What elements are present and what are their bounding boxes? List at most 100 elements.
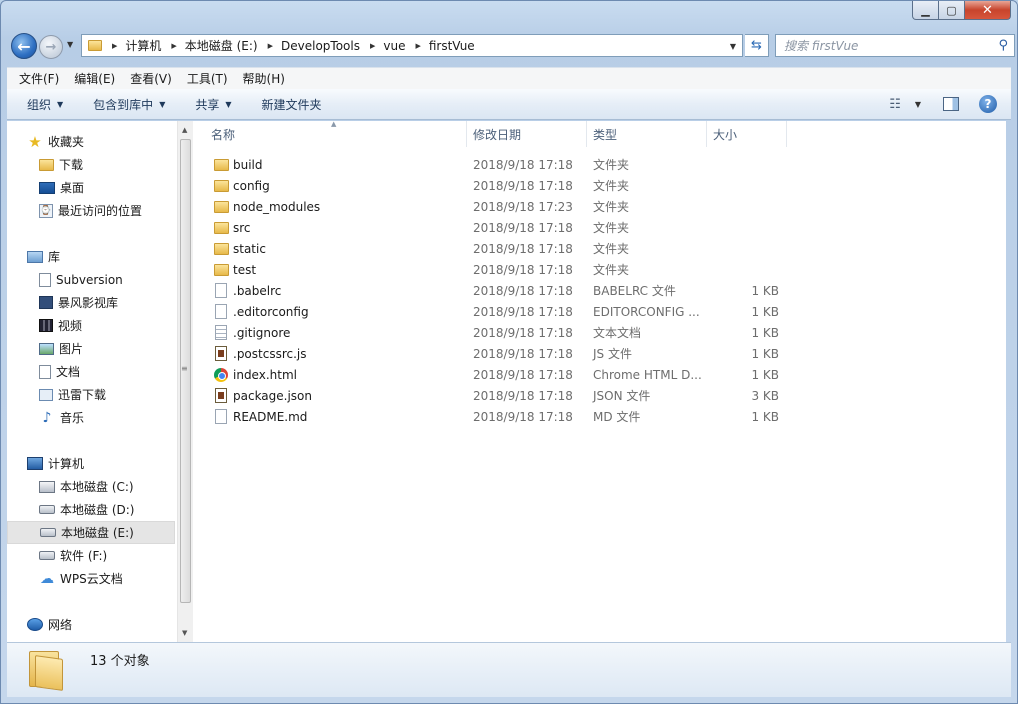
chevron-right-icon[interactable]: ▶ xyxy=(370,42,375,50)
sidebar-item[interactable]: 下载 xyxy=(7,153,175,176)
sidebar-item[interactable]: 视频 xyxy=(7,314,175,337)
address-bar[interactable]: ▶ 计算机 ▶ 本地磁盘 (E:) ▶ DevelopTools ▶ vue ▶ firstVue… xyxy=(81,34,743,57)
table-row[interactable]: .babelrc 2018/9/18 17:18 BABELRC 文件 1 KB xyxy=(193,280,1006,301)
breadcrumb-item[interactable]: ▶ 计算机 xyxy=(102,35,161,56)
sidebar-item[interactable]: 暴风影视库 xyxy=(7,291,175,314)
script-file-icon xyxy=(213,346,229,362)
table-row[interactable]: test 2018/9/18 17:18 文件夹 xyxy=(193,259,1006,280)
search-icon[interactable]: ⚲ xyxy=(998,38,1008,53)
menu-item[interactable]: 工具(T) xyxy=(187,70,228,87)
recent-pages-dropdown-icon[interactable]: ▼ xyxy=(67,40,73,49)
table-row[interactable]: node_modules 2018/9/18 17:23 文件夹 xyxy=(193,196,1006,217)
chevron-right-icon[interactable]: ▶ xyxy=(171,42,176,50)
sidebar-item-label: 最近访问的位置 xyxy=(58,204,143,218)
scroll-down-icon[interactable]: ▼ xyxy=(182,629,187,637)
explorer-window: ▁ ▢ ✕ ← → ▼ ▶ 计算机 ▶ 本地磁盘 (E:) ▶ DevelopTools ▶… xyxy=(0,0,1018,704)
breadcrumb-item[interactable]: ▶ vue xyxy=(360,35,405,56)
chevron-right-icon[interactable]: ▶ xyxy=(112,42,117,50)
file-type: 文件夹 xyxy=(593,158,630,172)
minimize-button[interactable]: ▁ xyxy=(912,1,939,20)
command-list: 组织 ▼ 包含到库中 ▼ 共享 ▼ 新建文件夹 xyxy=(27,96,352,113)
sidebar-item[interactable]: 本地磁盘 (C:) xyxy=(7,475,175,498)
file-icon-shape xyxy=(215,304,227,319)
table-row[interactable]: build 2018/9/18 17:18 文件夹 xyxy=(193,154,1006,175)
thunder-download-icon xyxy=(39,388,53,401)
command-bar-right: ☷ ▼ ? xyxy=(889,95,997,113)
table-row[interactable]: static 2018/9/18 17:18 文件夹 xyxy=(193,238,1006,259)
help-icon[interactable]: ? xyxy=(979,95,997,113)
command-button[interactable]: 组织 ▼ xyxy=(27,96,63,113)
chevron-right-icon[interactable]: ▶ xyxy=(268,42,273,50)
menu-item[interactable]: 文件(F) xyxy=(19,70,59,87)
command-button[interactable]: 包含到库中 ▼ xyxy=(93,96,165,113)
file-date: 2018/9/18 17:18 xyxy=(473,409,573,424)
table-row[interactable]: config 2018/9/18 17:18 文件夹 xyxy=(193,175,1006,196)
command-button[interactable]: 共享 ▼ xyxy=(195,96,231,113)
file-icon-shape xyxy=(213,200,229,213)
file-date: 2018/9/18 17:18 xyxy=(473,367,573,382)
column-header-size[interactable]: 大小 xyxy=(707,121,787,147)
sidebar-section-favorites: ★ 收藏夹 下载 桌面 ⌚ 最近访问的位置 xyxy=(7,130,175,222)
view-options-dropdown-icon[interactable]: ▼ xyxy=(915,100,921,109)
breadcrumb-item[interactable]: ▶ DevelopTools xyxy=(258,35,360,56)
refresh-icon[interactable]: ⇆ xyxy=(745,34,769,57)
column-header-name[interactable]: 名称 ▲ xyxy=(193,120,467,147)
file-list: 名称 ▲ 修改日期 类型 大小 build 2018/9/18 17:18 文件夹 c… xyxy=(193,120,1006,642)
close-button[interactable]: ✕ xyxy=(965,1,1011,20)
change-view-icon[interactable]: ☷ xyxy=(889,97,901,112)
file-date: 2018/9/18 17:18 xyxy=(473,325,573,340)
search-box[interactable]: 搜索 firstVue ⚲ xyxy=(775,34,1015,57)
breadcrumb-item[interactable]: ▶ 本地磁盘 (E:) xyxy=(161,35,257,56)
chevron-right-icon[interactable]: ▶ xyxy=(415,42,420,50)
navigation-pane-scrollbar[interactable]: ▲ ≡ ▼ xyxy=(177,121,193,642)
file-name: build xyxy=(233,157,263,172)
command-bar: 组织 ▼ 包含到库中 ▼ 共享 ▼ 新建文件夹 ☷ ▼ ? xyxy=(7,89,1011,120)
command-button[interactable]: 新建文件夹 xyxy=(262,96,322,113)
search-input[interactable]: 搜索 firstVue xyxy=(784,37,998,54)
table-row[interactable]: src 2018/9/18 17:18 文件夹 xyxy=(193,217,1006,238)
sidebar-item[interactable]: 图片 xyxy=(7,337,175,360)
table-row[interactable]: index.html 2018/9/18 17:18 Chrome HTML D..… xyxy=(193,364,1006,385)
sidebar-header-favorites[interactable]: ★ 收藏夹 xyxy=(7,130,175,153)
back-button[interactable]: ← xyxy=(11,33,37,59)
sidebar-item[interactable]: 本地磁盘 (E:) xyxy=(7,521,175,544)
table-row[interactable]: package.json 2018/9/18 17:18 JSON 文件 3 KB xyxy=(193,385,1006,406)
file-date: 2018/9/18 17:18 xyxy=(473,262,573,277)
table-row[interactable]: .postcssrc.js 2018/9/18 17:18 JS 文件 1 KB xyxy=(193,343,1006,364)
menu-item[interactable]: 帮助(H) xyxy=(243,70,285,87)
sidebar-item[interactable]: 软件 (F:) xyxy=(7,544,175,567)
file-name-cell: config xyxy=(193,178,467,194)
sidebar-item[interactable]: ☁ WPS云文档 xyxy=(7,567,175,590)
sidebar-item[interactable]: ♪ 音乐 xyxy=(7,406,175,429)
table-row[interactable]: README.md 2018/9/18 17:18 MD 文件 1 KB xyxy=(193,406,1006,427)
breadcrumb-item[interactable]: ▶ firstVue xyxy=(405,35,474,56)
preview-pane-icon[interactable] xyxy=(943,97,959,111)
file-icon-shape xyxy=(215,325,227,340)
sidebar-item[interactable]: 桌面 xyxy=(7,176,175,199)
forward-button[interactable]: → xyxy=(39,35,63,59)
scroll-up-icon[interactable]: ▲ xyxy=(182,126,187,134)
address-history-dropdown-icon[interactable]: ▼ xyxy=(730,42,736,51)
table-row[interactable]: .editorconfig 2018/9/18 17:18 EDITORCONFIG… xyxy=(193,301,1006,322)
sidebar-header-computer[interactable]: 计算机 xyxy=(7,452,175,475)
sidebar-item[interactable]: 文档 xyxy=(7,360,175,383)
file-name-cell: node_modules xyxy=(193,199,467,215)
menu-item[interactable]: 查看(V) xyxy=(130,70,172,87)
sidebar-item[interactable]: ⌚ 最近访问的位置 xyxy=(7,199,175,222)
sidebar-item[interactable]: Subversion xyxy=(7,268,175,291)
menu-item[interactable]: 编辑(E) xyxy=(74,70,115,87)
maximize-button[interactable]: ▢ xyxy=(939,1,965,20)
column-header-date[interactable]: 修改日期 xyxy=(467,121,587,147)
file-type: 文件夹 xyxy=(593,221,630,235)
file-date: 2018/9/18 17:18 xyxy=(473,304,573,319)
sidebar-header-network[interactable]: 网络 xyxy=(7,613,175,636)
sidebar-item[interactable]: 本地磁盘 (D:) xyxy=(7,498,175,521)
column-header-type[interactable]: 类型 xyxy=(587,121,707,147)
breadcrumb-label: firstVue xyxy=(428,38,475,53)
table-row[interactable]: .gitignore 2018/9/18 17:18 文本文档 1 KB xyxy=(193,322,1006,343)
chevron-down-icon: ▼ xyxy=(159,99,166,109)
file-type: JS 文件 xyxy=(593,347,632,361)
recent-places-icon: ⌚ xyxy=(39,203,53,218)
sidebar-item[interactable]: 迅雷下载 xyxy=(7,383,175,406)
sidebar-header-libraries[interactable]: 库 xyxy=(7,245,175,268)
